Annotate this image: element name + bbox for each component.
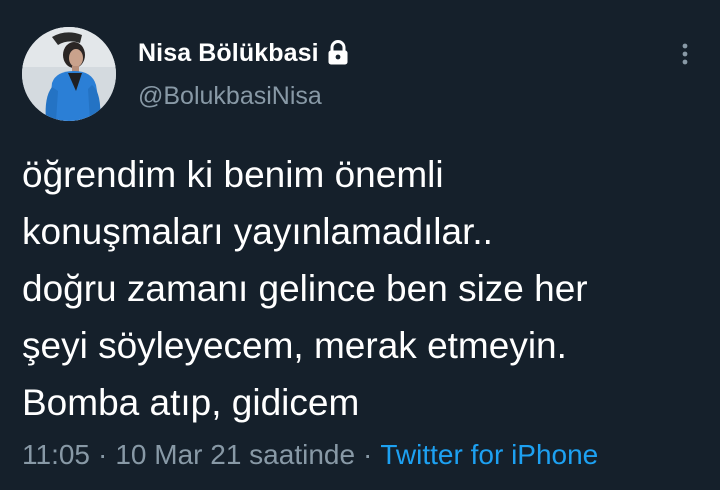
- tweet-detail: Nisa Bölükbasi @BolukbasiNisa öğrendim k…: [0, 0, 720, 490]
- tweet-source-link[interactable]: Twitter for iPhone: [380, 439, 598, 471]
- separator-dot: ·: [363, 439, 373, 470]
- user-handle[interactable]: @BolukbasiNisa: [138, 82, 322, 111]
- vertical-ellipsis-icon[interactable]: [672, 40, 698, 70]
- avatar[interactable]: [22, 27, 116, 121]
- display-name[interactable]: Nisa Bölükbasi: [138, 39, 319, 68]
- tweet-date[interactable]: 10 Mar 21 saatinde: [115, 439, 355, 471]
- lock-icon: [327, 40, 349, 66]
- tweet-metadata: 11:05 · 10 Mar 21 saatinde · Twitter for…: [22, 436, 598, 474]
- avatar-photo: [22, 27, 116, 121]
- tweet-text: öğrendim ki benim önemli konuşmaları yay…: [22, 154, 588, 423]
- name-row: Nisa Bölükbasi: [138, 36, 349, 70]
- tweet-time[interactable]: 11:05: [22, 439, 90, 471]
- separator-dot: ·: [98, 439, 108, 470]
